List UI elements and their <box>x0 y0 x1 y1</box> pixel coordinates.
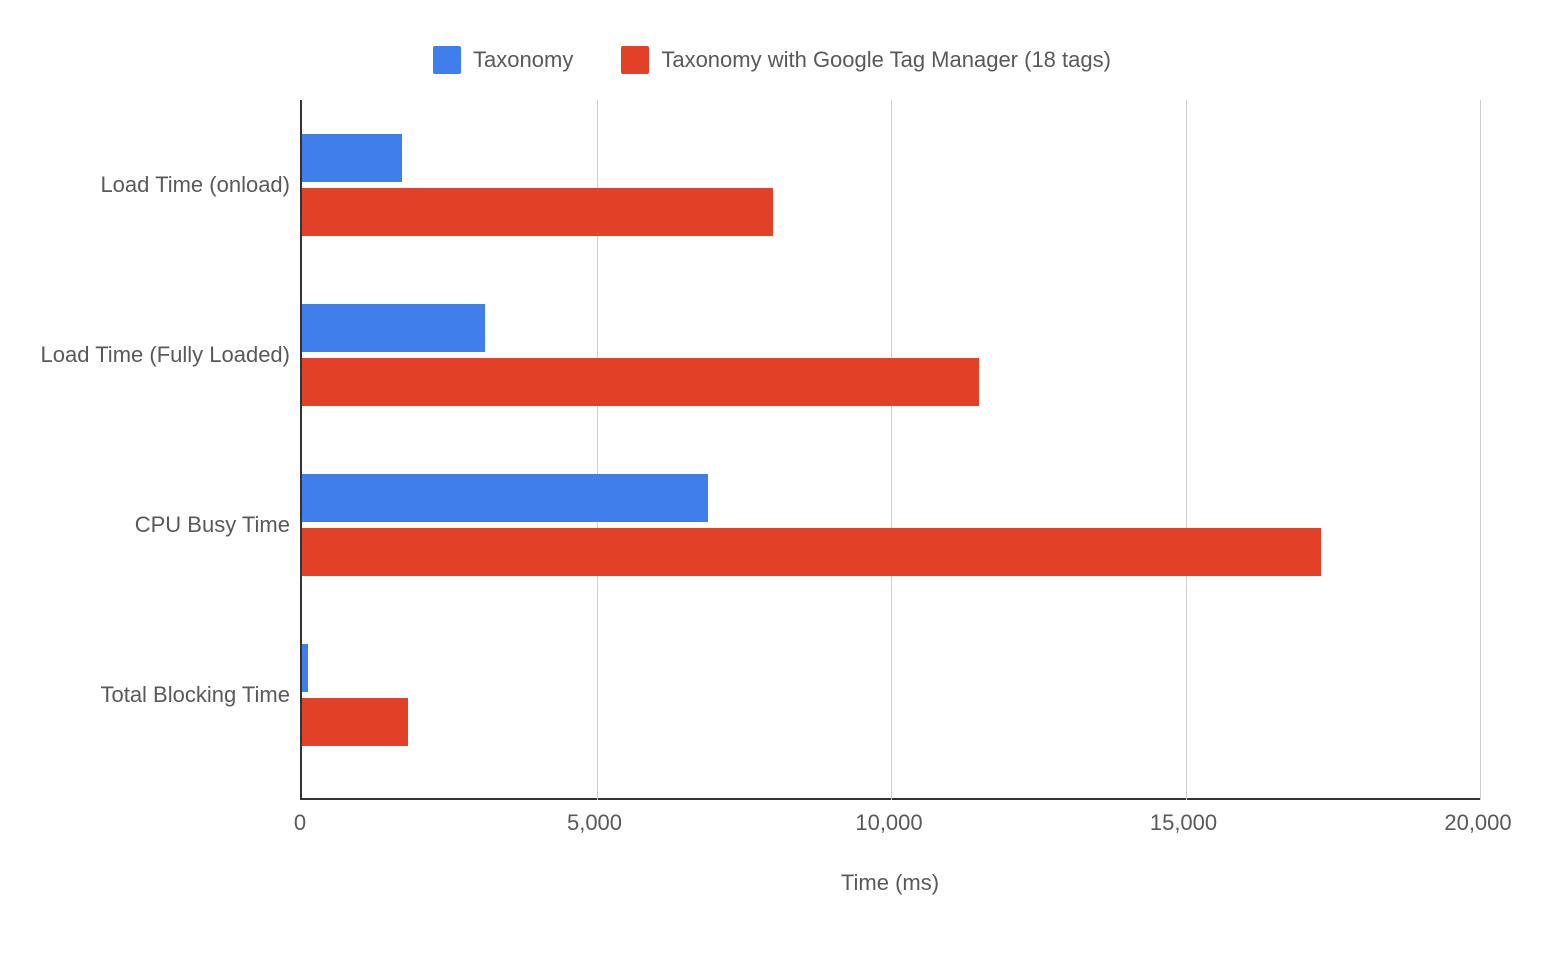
y-category-label: Total Blocking Time <box>100 682 290 708</box>
bar-group <box>302 130 1480 240</box>
x-axis-title: Time (ms) <box>300 870 1480 896</box>
x-axis <box>300 798 1480 800</box>
gridline <box>1480 100 1481 800</box>
bar-series-0 <box>302 474 708 522</box>
bar-group <box>302 300 1480 410</box>
x-axis-ticks: 05,00010,00015,00020,000 <box>300 810 1480 840</box>
legend-label-0: Taxonomy <box>473 47 573 73</box>
legend-swatch-0 <box>433 46 461 74</box>
legend: Taxonomy Taxonomy with Google Tag Manage… <box>0 46 1544 74</box>
legend-item-1: Taxonomy with Google Tag Manager (18 tag… <box>621 46 1111 74</box>
bar-chart: Taxonomy Taxonomy with Google Tag Manage… <box>0 0 1544 956</box>
bar-group <box>302 640 1480 750</box>
bar-series-1 <box>302 188 773 236</box>
bar-series-1 <box>302 528 1321 576</box>
bar-series-0 <box>302 134 402 182</box>
x-tick-label: 0 <box>294 810 306 836</box>
x-tick-label: 10,000 <box>855 810 922 836</box>
bar-group <box>302 470 1480 580</box>
plot-area <box>300 100 1480 800</box>
bar-series-0 <box>302 644 308 692</box>
x-tick-label: 15,000 <box>1150 810 1217 836</box>
bar-series-1 <box>302 358 979 406</box>
legend-swatch-1 <box>621 46 649 74</box>
y-category-label: Load Time (onload) <box>100 172 290 198</box>
x-tick-label: 20,000 <box>1444 810 1511 836</box>
bar-series-0 <box>302 304 485 352</box>
y-category-label: Load Time (Fully Loaded) <box>41 342 290 368</box>
legend-item-0: Taxonomy <box>433 46 573 74</box>
legend-label-1: Taxonomy with Google Tag Manager (18 tag… <box>661 47 1111 73</box>
bar-series-1 <box>302 698 408 746</box>
y-category-label: CPU Busy Time <box>135 512 290 538</box>
x-tick-label: 5,000 <box>567 810 622 836</box>
y-axis-labels: Load Time (onload) Load Time (Fully Loade… <box>0 100 290 800</box>
